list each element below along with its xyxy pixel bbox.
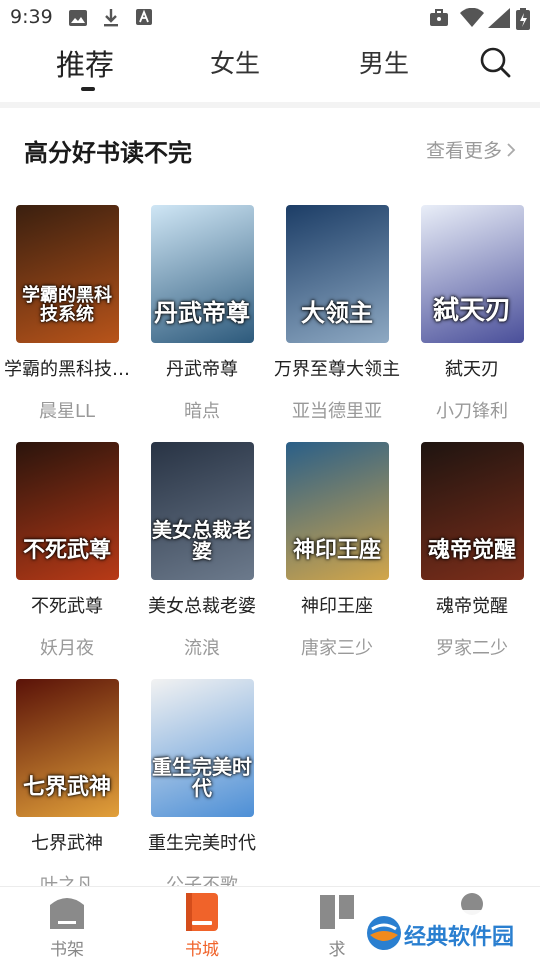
cover-title: 重生完美时代 xyxy=(152,755,252,800)
tab-female[interactable]: 女生 xyxy=(210,44,260,80)
book-author: 妖月夜 xyxy=(40,638,94,659)
book-title[interactable]: 神印王座 xyxy=(274,592,400,618)
book-title[interactable]: 弑天刃 xyxy=(409,355,535,381)
book-title[interactable]: 学霸的黑科技系统 xyxy=(4,355,130,381)
view-more-label: 查看更多 xyxy=(426,140,503,162)
cover-title: 美女总裁老婆 xyxy=(152,518,252,563)
book-author: 亚当德里亚 xyxy=(292,401,382,422)
divider-band xyxy=(0,102,540,108)
tab-active-indicator xyxy=(81,87,95,91)
cover-title: 丹武帝尊 xyxy=(154,297,250,327)
book-card[interactable]: 弑天刃 弑天刃 小刀锋利 xyxy=(409,205,535,423)
wifi-icon xyxy=(460,8,484,27)
book-title[interactable]: 不死武尊 xyxy=(4,592,130,618)
book-author: 晨星LL xyxy=(38,401,96,422)
book-author: 小刀锋利 xyxy=(436,401,508,422)
cover-title: 弑天刃 xyxy=(432,295,511,326)
book-author: 唐家三少 xyxy=(301,638,373,659)
briefcase-icon xyxy=(430,9,448,26)
book-card[interactable]: 重生完美时代 重生完美时代 公子不歌 xyxy=(139,679,265,897)
nav-label-bookshelf: 书架 xyxy=(50,940,84,960)
battery-charging-icon xyxy=(516,8,530,30)
cover-title: 学霸的黑科技系统 xyxy=(22,285,112,326)
book-title[interactable]: 美女总裁老婆 xyxy=(139,592,265,618)
view-more-link[interactable]: 查看更多 xyxy=(426,136,516,163)
cover-title: 大领主 xyxy=(301,297,373,327)
cover-title: 魂帝觉醒 xyxy=(427,536,516,563)
book-cover[interactable]: 丹武帝尊 xyxy=(150,205,254,343)
book-author: 暗点 xyxy=(184,401,220,422)
book-title[interactable]: 万界至尊大领主 xyxy=(274,355,400,381)
book-cover[interactable]: 魂帝觉醒 xyxy=(420,442,524,580)
cover-title: 不死武尊 xyxy=(22,536,111,563)
status-bar: 9:39 xyxy=(0,0,540,36)
book-cover[interactable]: 美女总裁老婆 xyxy=(150,442,254,580)
tab-male[interactable]: 男生 xyxy=(359,44,409,80)
top-tab-bar: 推荐 女生 男生 xyxy=(0,36,540,102)
watermark: 经典软件园 xyxy=(362,910,532,956)
book-card[interactable]: 神印王座 神印王座 唐家三少 xyxy=(274,442,400,660)
book-cover[interactable]: 神印王座 xyxy=(285,442,389,580)
status-time: 9:39 xyxy=(10,6,53,28)
book-title[interactable]: 重生完美时代 xyxy=(139,829,265,855)
book-author: 罗家二少 xyxy=(436,638,508,659)
nav-item-bookstore[interactable]: 书城 xyxy=(157,887,247,960)
book-cover[interactable]: 不死武尊 xyxy=(15,442,119,580)
section-title: 高分好书读不完 xyxy=(24,139,192,167)
book-title[interactable]: 丹武帝尊 xyxy=(139,355,265,381)
book-cover[interactable]: 大领主 xyxy=(285,205,389,343)
cover-title: 神印王座 xyxy=(292,536,381,563)
book-cover[interactable]: 学霸的黑科技系统 xyxy=(15,205,119,343)
watermark-logo-icon xyxy=(367,916,401,950)
book-card[interactable]: 美女总裁老婆 美女总裁老婆 流浪 xyxy=(139,442,265,660)
book-card[interactable]: 魂帝觉醒 魂帝觉醒 罗家二少 xyxy=(409,442,535,660)
image-icon xyxy=(69,10,87,26)
chevron-right-icon xyxy=(507,142,516,157)
book-cover[interactable]: 重生完美时代 xyxy=(150,679,254,817)
bookshelf-icon xyxy=(50,898,84,929)
bookstore-icon xyxy=(186,893,218,931)
book-card[interactable]: 丹武帝尊 丹武帝尊 暗点 xyxy=(139,205,265,423)
book-card[interactable]: 不死武尊 不死武尊 妖月夜 xyxy=(4,442,130,660)
nav-item-bookshelf[interactable]: 书架 xyxy=(22,887,112,960)
book-author: 流浪 xyxy=(184,638,220,659)
download-icon xyxy=(104,9,118,27)
book-title[interactable]: 七界武神 xyxy=(4,829,130,855)
search-icon[interactable] xyxy=(478,45,512,79)
book-title[interactable]: 魂帝觉醒 xyxy=(409,592,535,618)
book-card[interactable]: 七界武神 七界武神 叶之凡 xyxy=(4,679,130,897)
book-card[interactable]: 大领主 万界至尊大领主 亚当德里亚 xyxy=(274,205,400,423)
book-cover[interactable]: 弑天刃 xyxy=(420,205,524,343)
app-notification-icon xyxy=(136,9,152,25)
signal-icon xyxy=(488,8,510,28)
tab-recommend[interactable]: 推荐 xyxy=(56,42,114,84)
cover-title: 七界武神 xyxy=(22,773,111,800)
nav-label-bookstore: 书城 xyxy=(185,940,219,960)
request-icon xyxy=(320,895,354,929)
watermark-text: 经典软件园 xyxy=(404,925,515,950)
book-cover[interactable]: 七界武神 xyxy=(15,679,119,817)
book-card[interactable]: 学霸的黑科技系统 学霸的黑科技系统 晨星LL xyxy=(4,205,130,423)
